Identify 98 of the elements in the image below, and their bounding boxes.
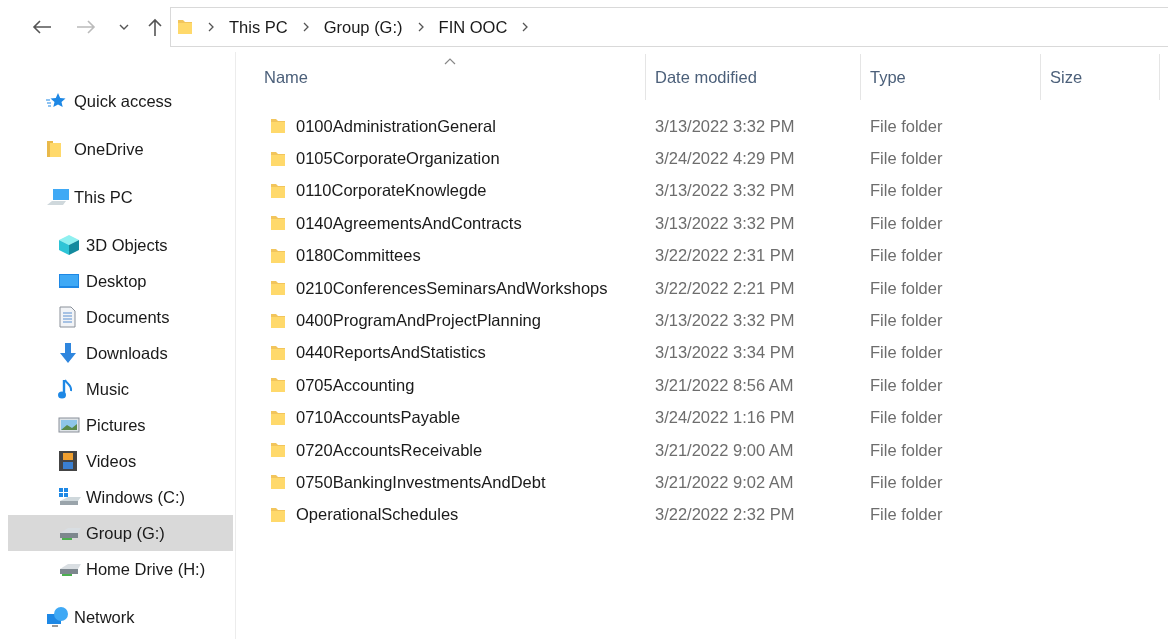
file-name[interactable]: 0100AdministrationGeneral — [264, 116, 646, 136]
sidebar-item[interactable]: Desktop — [8, 263, 233, 299]
sidebar-item[interactable]: Windows (C:) — [8, 479, 233, 515]
sort-ascending-icon — [444, 58, 456, 65]
file-name[interactable]: 0440ReportsAndStatistics — [264, 343, 646, 363]
file-name[interactable]: 0210ConferencesSeminarsAndWorkshops — [264, 278, 646, 298]
cube-icon — [58, 234, 80, 256]
file-name[interactable]: 0720AccountsReceivable — [264, 440, 646, 460]
file-name[interactable]: 0710AccountsPayable — [264, 408, 646, 428]
table-cell-text: File folder — [869, 278, 944, 298]
monitor-icon — [58, 272, 80, 290]
table-cell-text: 3/22/2022 2:31 PM — [654, 246, 796, 266]
document-icon — [58, 306, 76, 328]
folder-icon — [270, 441, 286, 460]
folder-icon — [46, 140, 62, 158]
table-cell-text: 3/24/2022 1:16 PM — [654, 408, 796, 428]
chevron-right-icon — [207, 21, 215, 33]
back-arrow-icon — [32, 20, 53, 34]
folder-icon — [270, 343, 286, 362]
table-cell-text: 3/22/2022 2:21 PM — [654, 278, 796, 298]
folder-icon — [270, 117, 286, 136]
folder-icon — [270, 214, 286, 233]
address-bar[interactable]: This PC Group (G:) FIN OOC — [170, 7, 1168, 47]
column-header[interactable]: Date modified — [646, 54, 861, 100]
file-name[interactable]: OperationalSchedules — [264, 505, 646, 525]
up-arrow-icon — [147, 18, 162, 36]
table-cell-text: 3/21/2022 9:02 AM — [654, 473, 795, 492]
column-header[interactable]: Type — [861, 54, 1041, 100]
table-cell-text: File folder — [869, 246, 944, 266]
table-cell-text: 3/13/2022 3:32 PM — [654, 213, 796, 233]
table-cell-text: 3/24/2022 4:29 PM — [654, 149, 796, 169]
breadcrumb-item[interactable]: FIN OOC — [438, 17, 508, 37]
sidebar-item[interactable]: 3D Objects — [8, 227, 233, 263]
file-name[interactable]: 0750BankingInvestmentsAndDebt — [264, 473, 646, 492]
chevron-right-icon — [301, 21, 310, 33]
folder-icon — [270, 311, 286, 330]
folder-icon — [177, 18, 193, 36]
drive-icon — [58, 487, 82, 507]
folder-icon — [270, 246, 286, 265]
folder-icon — [270, 408, 286, 427]
drive-icon — [58, 525, 82, 541]
table-cell-text: 3/13/2022 3:34 PM — [654, 343, 796, 363]
film-strip-icon — [58, 450, 78, 472]
sidebar-item[interactable]: This PC — [8, 179, 233, 215]
breadcrumb-item[interactable]: This PC — [229, 17, 288, 37]
file-name[interactable]: 0705Accounting — [264, 375, 646, 395]
table-cell-text: File folder — [869, 343, 944, 363]
table-cell-text: File folder — [869, 375, 944, 395]
chevron-down-icon — [118, 24, 129, 30]
table-cell-text: 3/13/2022 3:32 PM — [654, 116, 796, 136]
network-icon — [46, 606, 70, 628]
table-cell-text: File folder — [869, 440, 944, 460]
file-name[interactable]: 0140AgreementsAndContracts — [264, 213, 646, 233]
sidebar-item[interactable]: Music — [8, 371, 233, 407]
sidebar-item[interactable]: Home Drive (H:) — [8, 551, 233, 587]
file-name[interactable]: 0105CorporateOrganization — [264, 149, 646, 169]
table-cell-text: File folder — [869, 213, 944, 233]
sidebar-item[interactable]: Documents — [8, 299, 233, 335]
table-cell-text: 3/22/2022 2:32 PM — [654, 505, 796, 525]
table-cell-text: File folder — [869, 408, 944, 428]
forward-arrow-icon — [76, 20, 97, 34]
folder-icon — [270, 279, 286, 298]
down-arrow-icon — [58, 342, 78, 364]
star-icon — [46, 92, 66, 110]
folder-icon — [270, 181, 286, 200]
column-header[interactable]: Name — [264, 54, 646, 100]
sidebar-item[interactable]: Network — [8, 599, 233, 635]
table-cell-text: 3/21/2022 8:56 AM — [654, 375, 795, 395]
folder-icon — [270, 473, 286, 492]
column-header[interactable]: Size — [1041, 54, 1160, 100]
computer-icon — [46, 188, 70, 206]
breadcrumb-item[interactable]: Group (G:) — [323, 17, 403, 37]
sidebar-item[interactable]: Group (G:) — [8, 515, 233, 551]
table-cell-text: File folder — [869, 116, 944, 136]
table-cell-text: 3/21/2022 9:00 AM — [654, 440, 795, 460]
folder-icon — [270, 505, 286, 524]
file-name[interactable]: 0110CorporateKnowlegde — [264, 181, 646, 201]
sidebar-item[interactable]: Pictures — [8, 407, 233, 443]
sidebar-item[interactable]: Videos — [8, 443, 233, 479]
table-cell-text: File folder — [869, 181, 944, 201]
file-name[interactable]: 0400ProgramAndProjectPlanning — [264, 311, 646, 331]
sidebar-item[interactable]: OneDrive — [8, 131, 233, 167]
table-cell-text: File folder — [869, 473, 944, 492]
folder-icon — [270, 376, 286, 395]
table-cell-text: File folder — [869, 505, 944, 525]
folder-icon — [270, 149, 286, 168]
chevron-right-icon — [521, 21, 530, 33]
table-cell-text: 3/13/2022 3:32 PM — [654, 181, 796, 201]
file-name[interactable]: 0180Committees — [264, 246, 646, 266]
chevron-right-icon — [416, 21, 425, 33]
sidebar-item[interactable]: Quick access — [8, 83, 233, 119]
music-note-icon — [58, 378, 74, 400]
table-cell-text: File folder — [869, 149, 944, 169]
drive-icon — [58, 561, 82, 577]
table-cell-text: File folder — [869, 311, 944, 331]
table-cell-text: 3/13/2022 3:32 PM — [654, 311, 796, 331]
landscape-icon — [58, 416, 80, 434]
sidebar-item[interactable]: Downloads — [8, 335, 233, 371]
